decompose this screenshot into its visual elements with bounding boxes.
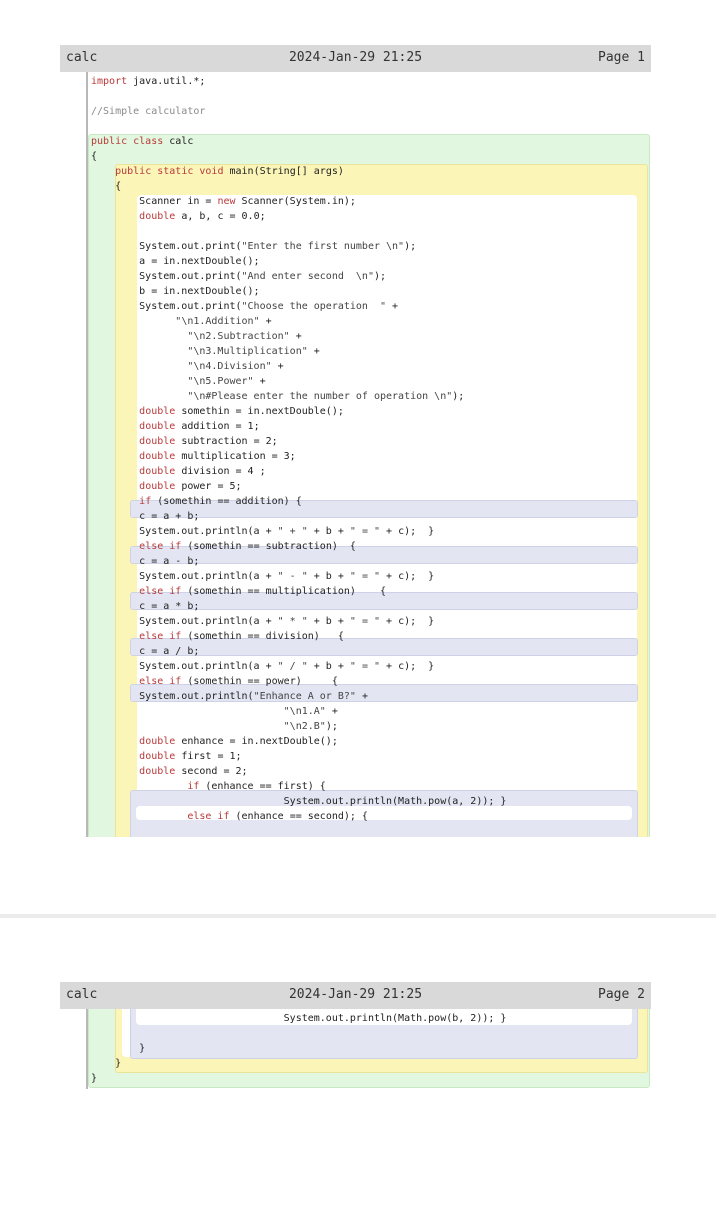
- code-line: public static void main(String[] args): [115, 166, 344, 177]
- code-line: c = a / b;: [91, 646, 200, 657]
- file-name: calc: [66, 50, 98, 65]
- code-line: "\n1.Addition" +: [175, 316, 272, 327]
- code-line: a = in.nextDouble();: [91, 256, 260, 267]
- code-line: c = a - b;: [91, 556, 200, 567]
- code-line: else if (somethin == power) {: [139, 676, 338, 687]
- code-line: System.out.println(a + " - " + b + " = "…: [91, 571, 435, 582]
- code-line: {: [91, 181, 122, 192]
- code-line: System.out.print("And enter second \n");: [91, 271, 387, 282]
- code-line: if (enhance == first) {: [187, 781, 326, 792]
- code-line: c = a * b;: [91, 601, 200, 612]
- code-line: double first = 1;: [139, 751, 242, 762]
- code-line: double multiplication = 3;: [139, 451, 296, 462]
- code-line: b = in.nextDouble();: [91, 286, 260, 297]
- file-name: calc: [66, 987, 98, 1002]
- printout-page-2: 2024-Jan-29 21:25 calc Page 2 System.out…: [0, 918, 716, 1224]
- code-line: }: [91, 1043, 146, 1054]
- code-line: "\n5.Power" +: [187, 376, 266, 387]
- print-date: 2024-Jan-29 21:25: [288, 987, 423, 1002]
- code-area: import java.util.*; //Simple calculator …: [60, 72, 651, 837]
- code-line: }: [91, 1073, 98, 1084]
- code-line: else if (somethin == multiplication) {: [139, 586, 387, 597]
- print-date: 2024-Jan-29 21:25: [288, 50, 423, 65]
- code-line: else if (somethin == division) {: [139, 631, 344, 642]
- code-line: double enhance = in.nextDouble();: [139, 736, 338, 747]
- code-line: Scanner in = new Scanner(System.in);: [91, 196, 356, 207]
- code-line: System.out.println(a + " * " + b + " = "…: [91, 616, 435, 627]
- code-line: "\n2.Subtraction" +: [187, 331, 302, 342]
- code-line: System.out.println("Enhance A or B?" +: [91, 691, 368, 702]
- code-line: double somethin = in.nextDouble();: [139, 406, 344, 417]
- code-area: System.out.println(Math.pow(b, 2)); } } …: [60, 1009, 651, 1089]
- code-line: //Simple calculator: [91, 106, 206, 117]
- code-line: if (somethin == addition) {: [139, 496, 302, 507]
- code-line: double a, b, c = 0.0;: [139, 211, 266, 222]
- page-number: Page 2: [598, 987, 645, 1002]
- page-header: 2024-Jan-29 21:25 calc Page 1: [60, 45, 651, 72]
- code-line: import java.util.*;: [91, 76, 206, 87]
- page-number: Page 1: [598, 50, 645, 65]
- code-line: double addition = 1;: [139, 421, 260, 432]
- code-line: System.out.println(a + " + " + b + " = "…: [91, 526, 435, 537]
- printout-page-1: 2024-Jan-29 21:25 calc Page 1 import jav…: [0, 0, 716, 914]
- code-line: System.out.println(Math.pow(a, 2)); }: [91, 796, 507, 807]
- code-line: System.out.println(Math.pow(b, 2)); }: [91, 1013, 507, 1024]
- code-line: "\n4.Division" +: [187, 361, 284, 372]
- code-line: public class calc: [91, 136, 194, 147]
- code-line: "\n3.Multiplication" +: [187, 346, 320, 357]
- code-line: c = a + b;: [91, 511, 200, 522]
- source-code-page-1: import java.util.*; //Simple calculator …: [91, 74, 506, 824]
- code-line: else if (enhance == second); {: [187, 811, 368, 822]
- page-header: 2024-Jan-29 21:25 calc Page 2: [60, 982, 651, 1009]
- code-line: }: [91, 1058, 122, 1069]
- code-line: "\n#Please enter the number of operation…: [187, 391, 465, 402]
- code-line: System.out.print("Choose the operation "…: [91, 301, 399, 312]
- code-line: System.out.print("Enter the first number…: [91, 241, 417, 252]
- code-line: {: [91, 151, 98, 162]
- code-line: System.out.println(a + " / " + b + " = "…: [91, 661, 435, 672]
- code-line: else if (somethin == subtraction) {: [139, 541, 356, 552]
- code-line: double subtraction = 2;: [139, 436, 278, 447]
- code-line: double second = 2;: [139, 766, 248, 777]
- source-code-page-2: System.out.println(Math.pow(b, 2)); } } …: [91, 1011, 506, 1086]
- code-line: "\n1.A" +: [283, 706, 338, 717]
- code-line: double division = 4 ;: [139, 466, 266, 477]
- code-line: "\n2.B");: [283, 721, 338, 732]
- code-line: double power = 5;: [139, 481, 242, 492]
